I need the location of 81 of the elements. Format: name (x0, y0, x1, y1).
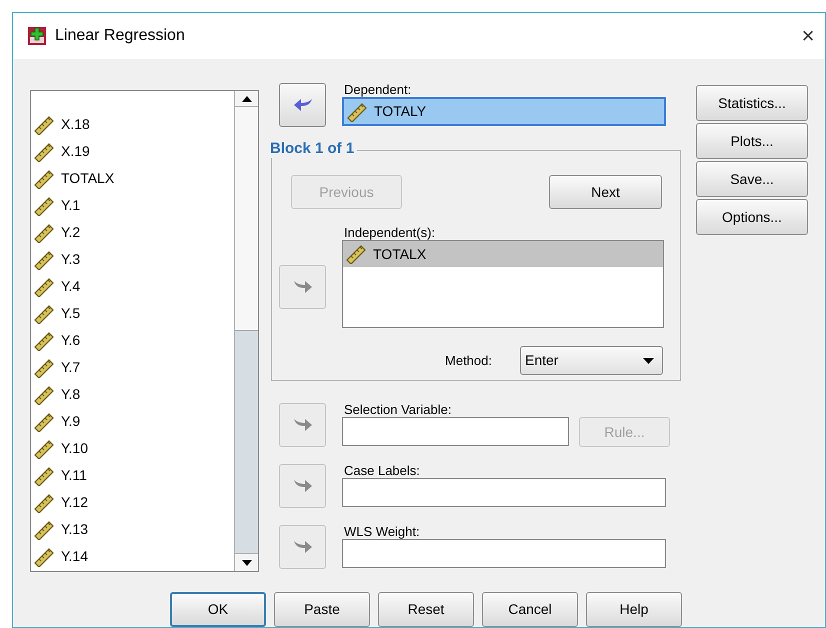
variable-item[interactable]: Y.13 (31, 516, 234, 543)
dialog-button[interactable]: Paste (274, 592, 370, 627)
side-button[interactable]: Options... (696, 199, 808, 235)
app-icon (27, 26, 47, 46)
case-labels-field[interactable] (342, 478, 666, 507)
variable-item[interactable]: Y.9 (31, 408, 234, 435)
variable-item[interactable]: Y.8 (31, 381, 234, 408)
right-arrow-icon (292, 478, 314, 494)
ruler-icon (33, 142, 55, 162)
right-arrow-icon (292, 539, 314, 555)
variable-item[interactable]: Y.4 (31, 273, 234, 300)
side-button[interactable]: Statistics... (696, 85, 808, 121)
field-label: Selection Variable: (344, 403, 452, 417)
wls-weight-field[interactable] (342, 539, 666, 568)
ruler-icon (33, 330, 55, 350)
ruler-icon (33, 438, 55, 458)
dependent-field[interactable]: TOTALY (342, 97, 666, 126)
move-arrow-button[interactable] (279, 265, 326, 309)
independent-item[interactable]: TOTALX (343, 241, 663, 267)
ruler-icon (346, 102, 368, 122)
ruler-icon (345, 244, 367, 264)
scrollbar[interactable] (234, 91, 258, 571)
side-button[interactable]: Save... (696, 161, 808, 197)
next-button[interactable]: Next (549, 175, 662, 209)
move-arrow-button[interactable] (279, 464, 326, 508)
dialog-button[interactable]: OK (170, 592, 266, 627)
variable-item[interactable]: Y.6 (31, 327, 234, 354)
variable-list[interactable]: X.18 X.19 TOTALX Y.1 Y.2 Y.3 Y.4 Y.5 Y.6 Y.7 Y.8 Y.9 Y.10 Y.11 Y.12 Y.13 Y.14 (30, 90, 259, 572)
ruler-icon (33, 412, 55, 432)
ruler-icon (33, 304, 55, 324)
selection-variable-field[interactable] (342, 417, 569, 446)
variable-item[interactable]: Y.11 (31, 462, 234, 489)
field-label: Independent(s): (344, 226, 436, 240)
side-button[interactable]: Plots... (696, 123, 808, 159)
field-label: WLS Weight: (344, 525, 421, 539)
block-title: Block 1 of 1 (270, 140, 358, 158)
variable-item[interactable]: Y.1 (31, 192, 234, 219)
dialog-button[interactable]: Reset (378, 592, 474, 627)
variable-item[interactable]: X.18 (31, 111, 234, 138)
method-dropdown[interactable]: Enter (520, 346, 663, 375)
right-arrow-icon (292, 279, 314, 295)
up-triangle-icon (242, 96, 252, 102)
dialog-button[interactable]: Cancel (482, 592, 578, 627)
ruler-icon (33, 358, 55, 378)
move-arrow-button[interactable] (279, 403, 326, 447)
variable-item[interactable]: Y.12 (31, 489, 234, 516)
ruler-icon (33, 114, 55, 134)
field-label: Dependent: (344, 83, 412, 97)
move-arrow-button[interactable] (279, 525, 326, 569)
ruler-icon (33, 196, 55, 216)
dialog-button[interactable]: Help (586, 592, 682, 627)
window-title: Linear Regression (55, 26, 185, 46)
left-arrow-icon (292, 97, 314, 113)
variable-item[interactable]: TOTALX (31, 165, 234, 192)
scroll-thumb[interactable] (235, 107, 258, 331)
variable-item[interactable]: Y.5 (31, 300, 234, 327)
ruler-icon (33, 546, 55, 566)
ruler-icon (33, 222, 55, 242)
variable-item[interactable]: Y.14 (31, 543, 234, 570)
ruler-icon (33, 492, 55, 512)
scroll-down-button[interactable] (235, 553, 258, 571)
down-triangle-icon (242, 560, 252, 566)
ruler-icon (33, 384, 55, 404)
ruler-icon (33, 276, 55, 296)
close-button[interactable]: × (793, 21, 823, 51)
right-arrow-icon (292, 417, 314, 433)
variable-item[interactable]: Y.7 (31, 354, 234, 381)
field-label: Case Labels: (344, 464, 421, 478)
ruler-icon (33, 168, 55, 188)
scroll-up-button[interactable] (235, 91, 258, 107)
variable-item[interactable]: Y.2 (31, 219, 234, 246)
method-label: Method: (445, 352, 492, 370)
independent-list[interactable]: TOTALX (342, 240, 664, 328)
variable-item[interactable]: Y.3 (31, 246, 234, 273)
ruler-icon (33, 520, 55, 540)
dropdown-caret-icon (643, 358, 654, 364)
move-arrow-button[interactable] (279, 83, 326, 127)
ruler-icon (33, 466, 55, 486)
variable-item[interactable]: Y.10 (31, 435, 234, 462)
ruler-icon (33, 250, 55, 270)
variable-item[interactable]: X.19 (31, 138, 234, 165)
